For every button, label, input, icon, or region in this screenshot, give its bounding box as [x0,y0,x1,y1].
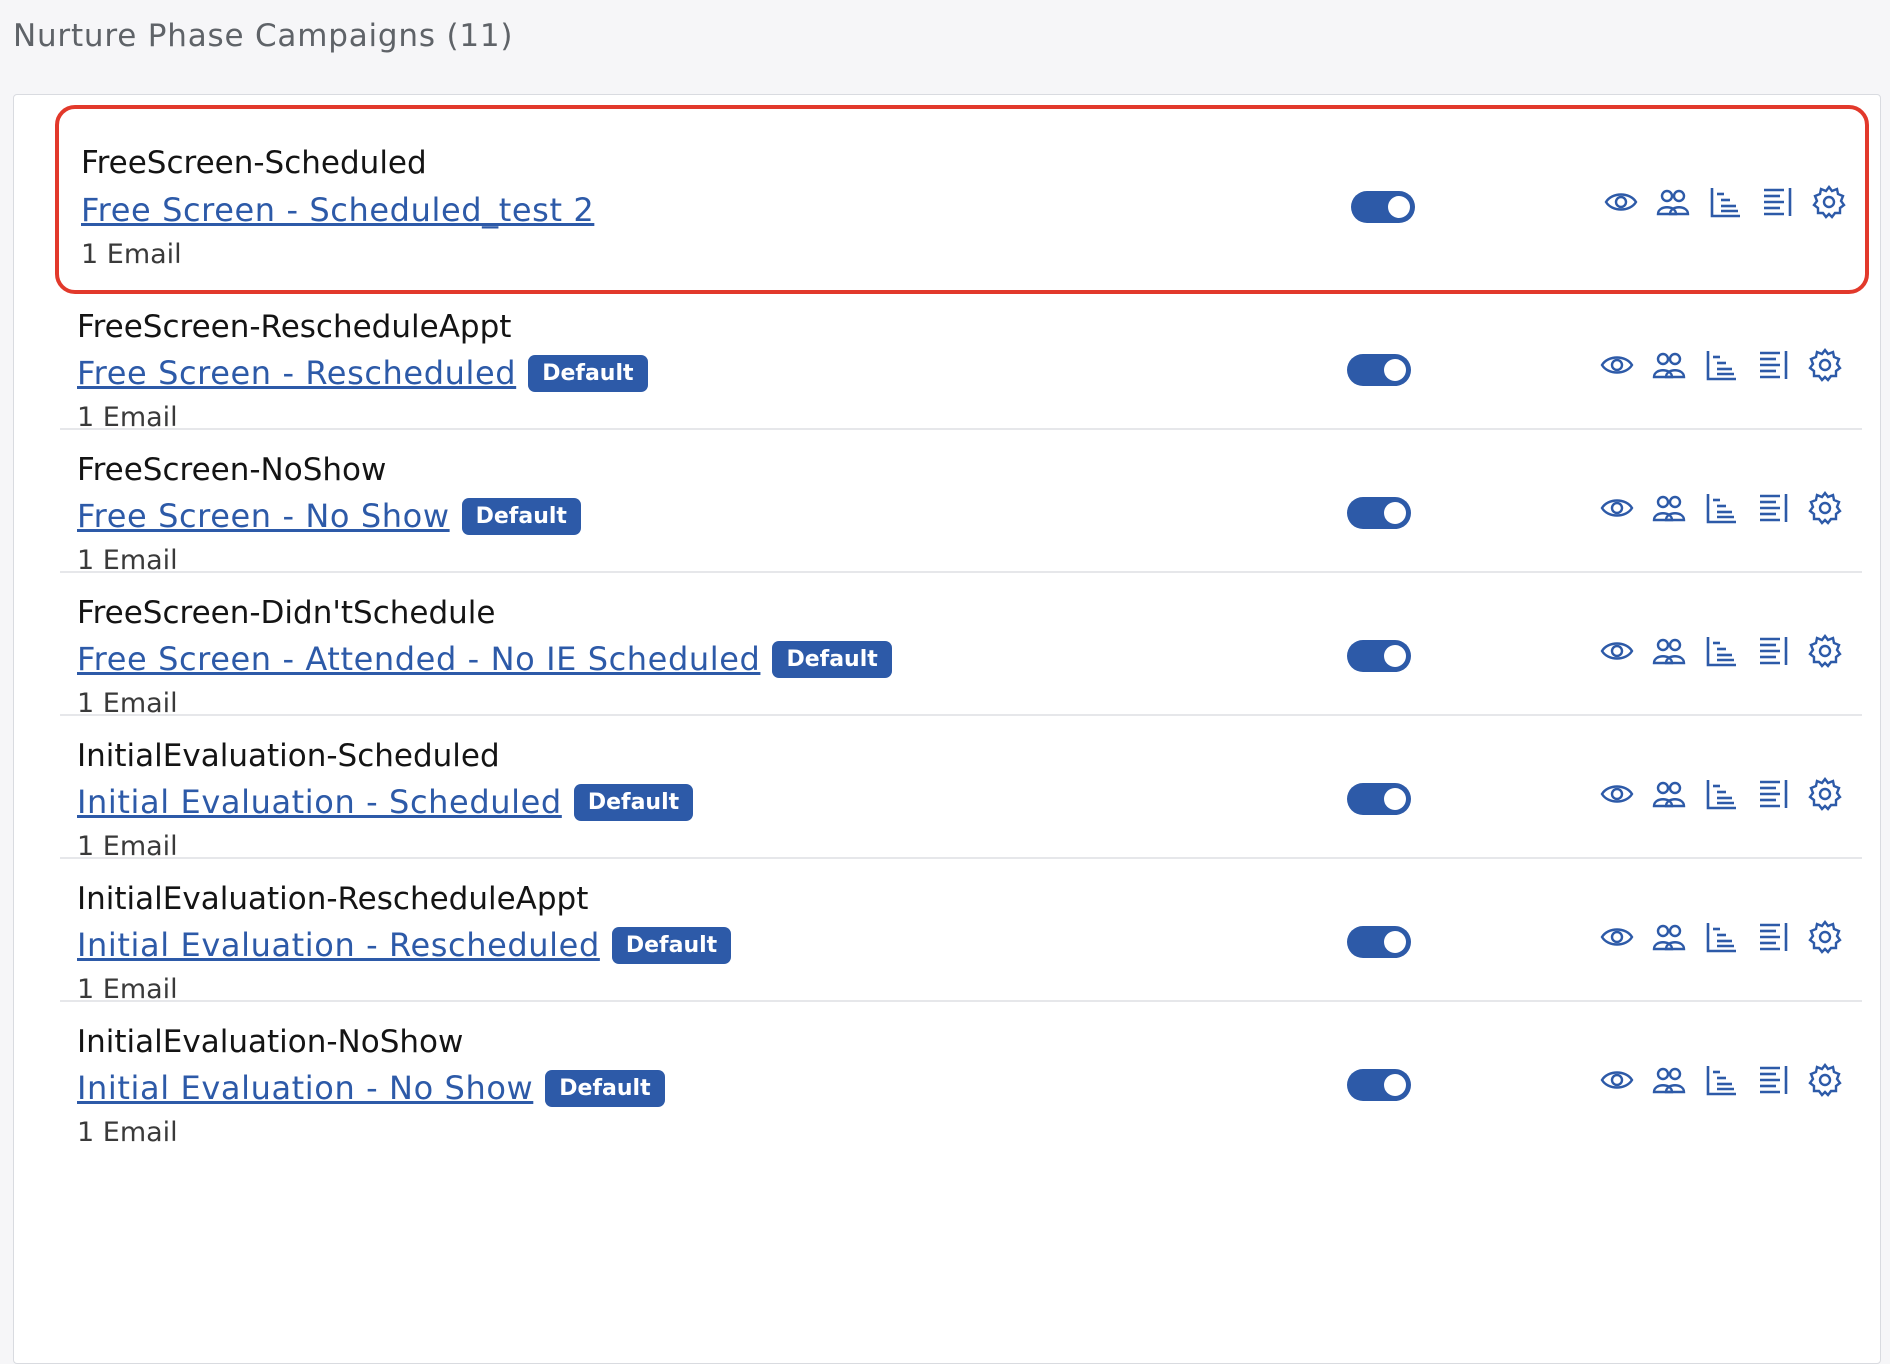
default-badge: Default [528,354,648,392]
row-actions [1600,1063,1842,1097]
report-icon[interactable] [1756,348,1790,382]
campaign-name: InitialEvaluation-RescheduleAppt [77,881,589,917]
hierarchy-icon[interactable] [1704,1063,1738,1097]
campaign-link-line: Free Screen - Scheduled_test 2 [81,191,594,229]
report-icon[interactable] [1760,185,1794,219]
gear-icon[interactable] [1808,920,1842,954]
campaign-link-line: Free Screen - No Show Default [77,497,581,535]
users-icon[interactable] [1652,634,1686,668]
row-actions [1600,777,1842,811]
gear-icon[interactable] [1808,634,1842,668]
hierarchy-icon[interactable] [1708,185,1742,219]
users-icon[interactable] [1652,777,1686,811]
report-icon[interactable] [1756,920,1790,954]
eye-icon[interactable] [1600,1063,1634,1097]
report-icon[interactable] [1756,1063,1790,1097]
enable-toggle[interactable] [1347,926,1411,958]
campaign-link[interactable]: Initial Evaluation - No Show [77,1069,533,1107]
row-actions [1604,185,1846,219]
users-icon[interactable] [1652,1063,1686,1097]
campaign-name: InitialEvaluation-Scheduled [77,738,500,774]
campaign-name: FreeScreen-Didn'tSchedule [77,595,496,631]
toggle-knob [1384,931,1406,953]
hierarchy-icon[interactable] [1704,920,1738,954]
enable-toggle[interactable] [1347,783,1411,815]
eye-icon[interactable] [1600,634,1634,668]
default-badge: Default [772,640,892,678]
campaign-link-line: Free Screen - Attended - No IE Scheduled… [77,640,892,678]
campaign-link-line: Initial Evaluation - Scheduled Default [77,783,694,821]
toggle-knob [1384,359,1406,381]
campaign-list-panel: FreeScreen-Scheduled Free Screen - Schedu… [13,94,1881,1364]
toggle-knob [1384,645,1406,667]
campaign-link-line: Initial Evaluation - Rescheduled Default [77,926,732,964]
enable-toggle[interactable] [1347,640,1411,672]
page-title: Nurture Phase Campaigns (11) [13,18,514,54]
users-icon[interactable] [1652,920,1686,954]
eye-icon[interactable] [1600,491,1634,525]
report-icon[interactable] [1756,777,1790,811]
eye-icon[interactable] [1600,348,1634,382]
eye-icon[interactable] [1604,185,1638,219]
eye-icon[interactable] [1600,920,1634,954]
row-actions [1600,348,1842,382]
gear-icon[interactable] [1808,491,1842,525]
default-badge: Default [461,497,581,535]
campaign-name: FreeScreen-Scheduled [81,145,427,181]
campaign-link[interactable]: Initial Evaluation - Rescheduled [77,926,600,964]
campaign-link[interactable]: Free Screen - No Show [77,497,450,535]
gear-icon[interactable] [1812,185,1846,219]
users-icon[interactable] [1652,491,1686,525]
toggle-knob [1384,502,1406,524]
enable-toggle[interactable] [1347,1069,1411,1101]
report-icon[interactable] [1756,634,1790,668]
gear-icon[interactable] [1808,1063,1842,1097]
enable-toggle[interactable] [1347,497,1411,529]
campaign-link-line: Free Screen - Rescheduled Default [77,354,648,392]
enable-toggle[interactable] [1351,191,1415,223]
campaign-link[interactable]: Free Screen - Rescheduled [77,354,516,392]
campaign-row: InitialEvaluation-NoShow Initial Evaluati… [60,973,1862,1148]
gear-icon[interactable] [1808,777,1842,811]
campaign-link[interactable]: Initial Evaluation - Scheduled [77,783,562,821]
email-count: 1 Email [77,1117,178,1148]
campaign-link[interactable]: Free Screen - Scheduled_test 2 [81,191,594,229]
users-icon[interactable] [1656,185,1690,219]
hierarchy-icon[interactable] [1704,491,1738,525]
campaign-name: InitialEvaluation-NoShow [77,1024,464,1060]
row-actions [1600,491,1842,525]
default-badge: Default [545,1069,665,1107]
hierarchy-icon[interactable] [1704,634,1738,668]
default-badge: Default [611,926,732,964]
toggle-knob [1388,196,1410,218]
campaign-name: FreeScreen-RescheduleAppt [77,309,512,345]
toggle-knob [1384,1074,1406,1096]
campaign-link[interactable]: Free Screen - Attended - No IE Scheduled [77,640,760,678]
hierarchy-icon[interactable] [1704,348,1738,382]
enable-toggle[interactable] [1347,354,1411,386]
users-icon[interactable] [1652,348,1686,382]
hierarchy-icon[interactable] [1704,777,1738,811]
toggle-knob [1384,788,1406,810]
default-badge: Default [573,783,694,821]
gear-icon[interactable] [1808,348,1842,382]
report-icon[interactable] [1756,491,1790,525]
campaign-link-line: Initial Evaluation - No Show Default [77,1069,665,1107]
row-actions [1600,634,1842,668]
eye-icon[interactable] [1600,777,1634,811]
campaign-name: FreeScreen-NoShow [77,452,387,488]
row-actions [1600,920,1842,954]
